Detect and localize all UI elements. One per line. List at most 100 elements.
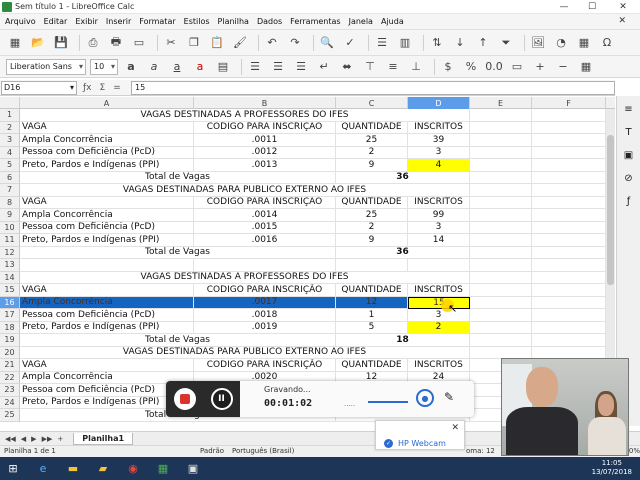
menu-item-ferramentas[interactable]: Ferramentas (290, 17, 340, 26)
total-label[interactable]: Total de Vagas (20, 246, 336, 259)
undo-icon[interactable]: ↶ (263, 35, 281, 51)
font-color-icon[interactable]: a (191, 59, 209, 75)
cell[interactable] (470, 209, 532, 222)
quantidade-cell[interactable]: 5 (336, 321, 408, 334)
inscritos-cell[interactable]: 14 (408, 234, 470, 247)
row-icon[interactable]: ☰ (373, 35, 391, 51)
formula-icon[interactable]: = (113, 83, 121, 93)
total-value[interactable]: 36 (336, 246, 470, 259)
column-label-codigo[interactable]: CODIGO PARA INSCRIÇÃO (194, 196, 336, 209)
webcam-toggle-icon[interactable]: ● (416, 389, 434, 407)
vaga-cell[interactable]: Ampla Concorrência (20, 209, 194, 222)
cell[interactable] (532, 221, 606, 234)
export-pdf-icon[interactable]: ⎙ (84, 35, 102, 51)
align-middle-icon[interactable]: ≡ (384, 59, 402, 75)
cell[interactable] (532, 246, 606, 259)
copy-icon[interactable]: ❐ (185, 35, 203, 51)
codigo-cell[interactable]: .0019 (194, 321, 336, 334)
pen-icon[interactable]: ✎ (444, 390, 454, 404)
row-header[interactable]: 16 (0, 296, 20, 309)
chrome-icon[interactable]: ◉ (120, 459, 146, 478)
cell[interactable] (532, 134, 606, 147)
row-header[interactable]: 13 (0, 259, 20, 272)
column-label-vaga[interactable]: VAGA (20, 359, 194, 372)
vaga-cell[interactable]: Preto, Pardos e Indígenas (PPI) (20, 321, 194, 334)
menu-item-dados[interactable]: Dados (257, 17, 282, 26)
cell[interactable] (532, 309, 606, 322)
row-header[interactable]: 11 (0, 234, 20, 247)
first-sheet-icon[interactable]: ◀◀ (5, 435, 16, 443)
recorder-taskbar-icon[interactable]: ▣ (180, 459, 206, 478)
column-label-vaga[interactable]: VAGA (20, 121, 194, 134)
functions-icon[interactable]: ƒ (622, 194, 636, 208)
last-sheet-icon[interactable]: ▶▶ (42, 435, 53, 443)
cell[interactable] (532, 146, 606, 159)
column-label-codigo[interactable]: CODIGO PARA INSCRIÇÃO (194, 284, 336, 297)
column-label-quantidade[interactable]: QUANTIDADE (336, 196, 408, 209)
row-header[interactable]: 4 (0, 146, 20, 159)
row-header[interactable]: 10 (0, 221, 20, 234)
row-header[interactable]: 21 (0, 359, 20, 372)
inscritos-cell[interactable]: 3 (408, 146, 470, 159)
prev-sheet-icon[interactable]: ◀ (21, 435, 26, 443)
row-header[interactable]: 9 (0, 209, 20, 222)
chart-icon[interactable]: ◔ (552, 35, 570, 51)
menu-item-editar[interactable]: Editar (44, 17, 68, 26)
codigo-cell[interactable]: .0011 (194, 134, 336, 147)
cell[interactable] (470, 309, 532, 322)
codigo-cell[interactable]: .0016 (194, 234, 336, 247)
row-header[interactable]: 18 (0, 321, 20, 334)
cut-icon[interactable]: ✂ (162, 35, 180, 51)
align-center-icon[interactable]: ☰ (269, 59, 287, 75)
cell[interactable] (532, 234, 606, 247)
cell[interactable] (532, 296, 606, 309)
menu-item-inserir[interactable]: Inserir (106, 17, 131, 26)
cell[interactable] (336, 259, 408, 272)
sheet-tab-planilha1[interactable]: Planilha1 (73, 432, 134, 445)
gallery-icon[interactable]: ▣ (622, 148, 636, 162)
new-icon[interactable]: ▦ (6, 35, 24, 51)
formula-input[interactable]: 15 (131, 80, 615, 95)
vaga-cell[interactable]: Preto, Pardos e Indígenas (PPI) (20, 159, 194, 172)
column-label-inscritos[interactable]: INSCRITOS (408, 359, 470, 372)
vaga-cell[interactable]: Pessoa com Deficiência (PcD) (20, 221, 194, 234)
currency-format-icon[interactable]: $ (439, 59, 457, 75)
calc-taskbar-icon[interactable]: ▦ (150, 459, 176, 478)
cell[interactable] (470, 121, 532, 134)
file-explorer-icon[interactable]: ▬ (60, 459, 86, 478)
row-header[interactable]: 5 (0, 159, 20, 172)
section-title[interactable]: VAGAS DESTINADAS A PROFESSORES DO IFES (20, 109, 470, 122)
cell[interactable] (532, 334, 606, 347)
row-header[interactable]: 8 (0, 196, 20, 209)
inscritos-cell[interactable]: 3 (408, 221, 470, 234)
cell[interactable] (532, 171, 606, 184)
percent-format-icon[interactable]: % (462, 59, 480, 75)
menu-item-planilha[interactable]: Planilha (218, 17, 249, 26)
align-top-icon[interactable]: ⊤ (361, 59, 379, 75)
cell[interactable] (470, 246, 532, 259)
minimize-button[interactable]: — (550, 0, 578, 14)
cell[interactable] (470, 196, 532, 209)
cell[interactable] (470, 184, 532, 197)
inscritos-cell[interactable]: 3 (408, 309, 470, 322)
column-label-inscritos[interactable]: INSCRITOS (408, 284, 470, 297)
vaga-cell[interactable]: Pessoa com Deficiência (PcD) (20, 309, 194, 322)
pivot-table-icon[interactable]: ▦ (575, 35, 593, 51)
add-decimal-icon[interactable]: + (531, 59, 549, 75)
codigo-cell[interactable]: .0015 (194, 221, 336, 234)
cell[interactable] (470, 321, 532, 334)
cell[interactable] (470, 234, 532, 247)
add-sheet-icon[interactable]: + (57, 435, 63, 443)
row-header[interactable]: 24 (0, 396, 20, 409)
total-value[interactable]: 36 (336, 171, 470, 184)
cell[interactable] (470, 146, 532, 159)
column-label-vaga[interactable]: VAGA (20, 284, 194, 297)
print-icon[interactable]: 🖶 (107, 35, 125, 51)
column-header-b[interactable]: B (194, 97, 336, 109)
menu-item-janela[interactable]: Janela (349, 17, 373, 26)
codigo-cell[interactable]: .0013 (194, 159, 336, 172)
folder-icon[interactable]: ▰ (90, 459, 116, 478)
column-header-c[interactable]: C (336, 97, 408, 109)
align-right-icon[interactable]: ☰ (292, 59, 310, 75)
cell[interactable] (470, 334, 532, 347)
